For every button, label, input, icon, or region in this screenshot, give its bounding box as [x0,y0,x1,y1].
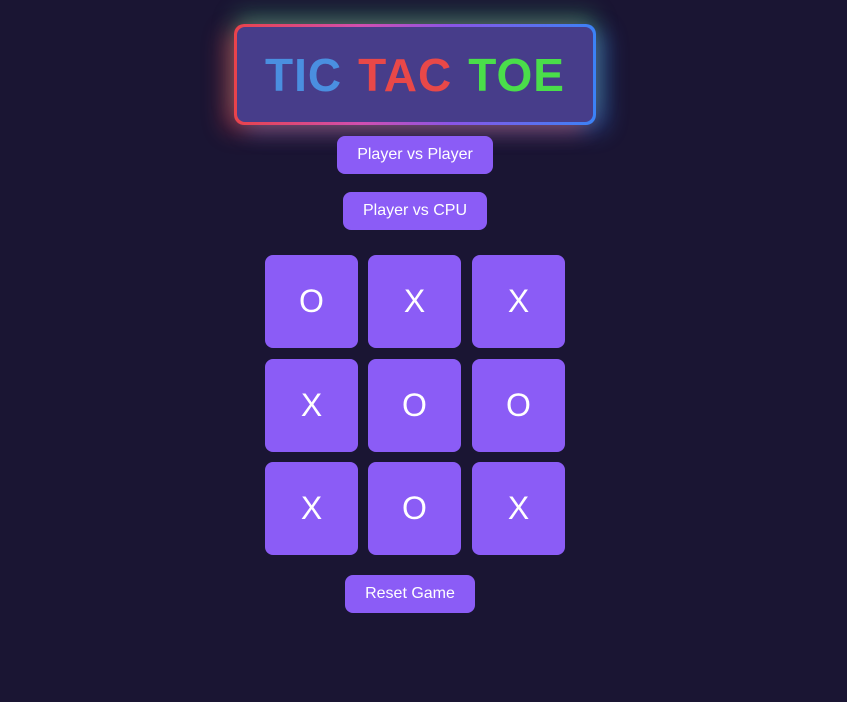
board-cell-3[interactable]: X [472,255,565,348]
game-board: O X X X O O X O X [265,255,565,555]
game-page: TIC TAC TOE Player vs Player Player vs C… [0,0,847,702]
board-cell-7[interactable]: X [265,462,358,555]
title-banner: TIC TAC TOE [234,24,596,125]
board-cell-2[interactable]: X [368,255,461,348]
board-cell-4[interactable]: X [265,359,358,452]
player-vs-cpu-button[interactable]: Player vs CPU [343,192,487,230]
board-cell-1[interactable]: O [265,255,358,348]
board-cell-5[interactable]: O [368,359,461,452]
title-word-tac: TAC [358,48,453,101]
board-cell-6[interactable]: O [472,359,565,452]
board-cell-8[interactable]: O [368,462,461,555]
title-banner-inner: TIC TAC TOE [237,27,593,122]
title-word-toe: TOE [468,48,565,101]
reset-game-button[interactable]: Reset Game [345,575,475,613]
player-vs-player-button[interactable]: Player vs Player [337,136,493,174]
board-cell-9[interactable]: X [472,462,565,555]
title-word-tic: TIC [265,48,343,101]
